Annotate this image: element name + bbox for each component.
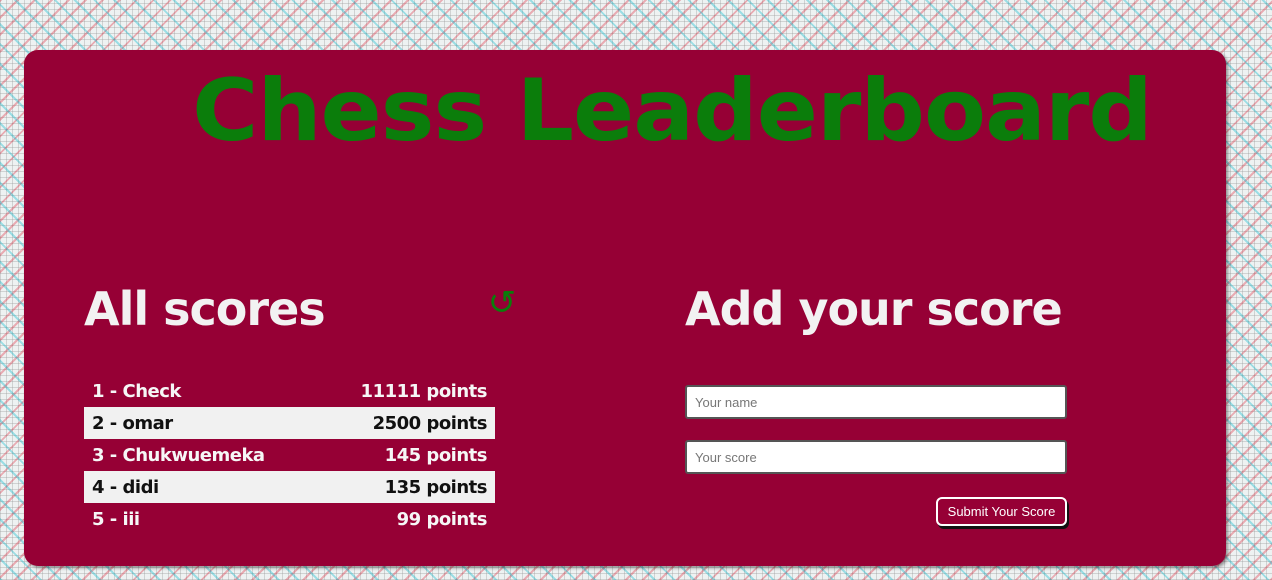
- score-list: 1 - Check 11111 points 2 - omar 2500 poi…: [84, 375, 495, 535]
- add-score-heading: Add your score: [685, 282, 1063, 336]
- refresh-button[interactable]: ↺: [484, 283, 520, 323]
- list-item: 1 - Check 11111 points: [84, 375, 495, 407]
- list-item: 5 - iii 99 points: [84, 503, 495, 535]
- leaderboard-panel: Chess Leaderboard All scores ↺ 1 - Check…: [24, 50, 1226, 566]
- player-points: 2500 points: [372, 412, 488, 434]
- refresh-icon: ↺: [487, 283, 517, 323]
- score-input[interactable]: [685, 440, 1067, 474]
- all-scores-heading: All scores: [84, 282, 326, 336]
- player-rank-name: 2 - omar: [92, 412, 173, 434]
- player-rank-name: 4 - didi: [92, 476, 159, 498]
- player-rank-name: 1 - Check: [92, 380, 181, 402]
- name-input[interactable]: [685, 385, 1067, 419]
- player-rank-name: 3 - Chukwuemeka: [92, 444, 265, 466]
- player-points: 145 points: [384, 444, 488, 466]
- list-item: 3 - Chukwuemeka 145 points: [84, 439, 495, 471]
- player-points: 11111 points: [360, 380, 488, 402]
- submit-score-button[interactable]: Submit Your Score: [936, 497, 1067, 526]
- player-points: 135 points: [384, 476, 488, 498]
- list-item: 2 - omar 2500 points: [84, 407, 495, 439]
- player-rank-name: 5 - iii: [92, 508, 140, 530]
- list-item: 4 - didi 135 points: [84, 471, 495, 503]
- player-points: 99 points: [396, 508, 488, 530]
- page-title: Chess Leaderboard: [192, 61, 1153, 161]
